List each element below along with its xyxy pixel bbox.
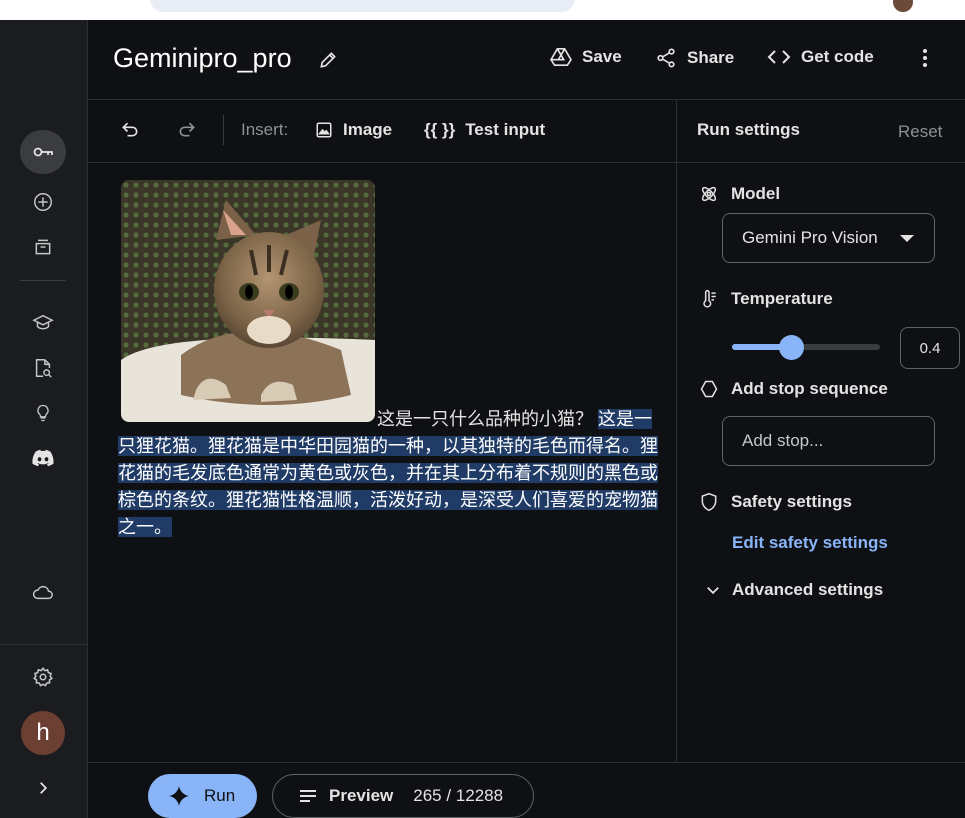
stop-sequence-input[interactable] — [722, 416, 935, 466]
shield-icon — [701, 492, 717, 512]
insert-image-button[interactable]: Image — [315, 120, 392, 140]
rail-bottom-divider — [0, 644, 88, 645]
lines-icon — [300, 790, 316, 802]
prompt-text[interactable]: 这是一只什么品种的小猫？ 这是一只狸花猫。狸花猫是中华田园猫的一种，以其独特的毛… — [118, 406, 668, 541]
model-value: Gemini Pro Vision — [742, 228, 878, 247]
lightbulb-icon[interactable] — [20, 391, 66, 435]
save-label: Save — [582, 47, 622, 66]
page-header: Geminipro_pro Save Share Get code — [88, 20, 965, 100]
run-settings-divider — [677, 162, 965, 163]
school-icon[interactable] — [20, 301, 66, 345]
preview-button[interactable]: Preview 265 / 12288 — [272, 774, 534, 818]
sparkle-icon — [168, 785, 190, 807]
edit-safety-settings-link[interactable]: Edit safety settings — [732, 533, 888, 553]
test-input-label: Test input — [465, 120, 546, 139]
thermometer-icon — [703, 289, 716, 308]
model-section-label: Model — [699, 184, 780, 204]
doc-search-icon[interactable] — [20, 346, 66, 390]
temperature-slider-track[interactable] — [732, 344, 880, 350]
cat-image — [121, 180, 375, 422]
add-icon[interactable] — [20, 180, 66, 224]
hexagon-icon — [700, 380, 718, 398]
reset-button[interactable]: Reset — [898, 122, 942, 142]
insert-label: Insert: — [241, 120, 289, 139]
share-button[interactable]: Share — [655, 47, 734, 69]
chevron-down-icon — [707, 587, 719, 595]
share-label: Share — [687, 48, 735, 67]
braces-icon: {{ }} — [424, 120, 456, 139]
key-icon[interactable] — [20, 130, 66, 174]
drive-icon — [550, 48, 572, 66]
safety-section-label: Safety settings — [699, 492, 852, 512]
code-icon — [767, 50, 791, 64]
save-button[interactable]: Save — [550, 47, 622, 67]
avatar-initial: h — [36, 719, 50, 746]
left-rail: h — [0, 20, 88, 818]
get-code-label: Get code — [801, 47, 874, 66]
undo-icon[interactable] — [120, 120, 140, 138]
image-icon — [316, 122, 332, 138]
toolbar-divider — [223, 115, 224, 145]
temperature-section-label: Temperature — [699, 289, 833, 309]
preview-label: Preview — [329, 786, 394, 805]
run-button[interactable]: Run — [148, 774, 257, 818]
model-select[interactable]: Gemini Pro Vision — [722, 213, 935, 263]
prompt-toolbar: Insert: Image {{ }} Test input — [88, 100, 677, 163]
prompt-question: 这是一只什么品种的小猫？ — [377, 409, 593, 429]
share-icon — [657, 48, 675, 68]
rail-divider — [20, 280, 66, 281]
address-bar[interactable] — [150, 0, 575, 12]
temperature-slider-thumb[interactable] — [778, 335, 804, 360]
stop-sequence-section-label: Add stop sequence — [699, 379, 888, 399]
cloud-icon[interactable] — [20, 570, 66, 614]
more-vert-icon[interactable] — [913, 46, 937, 75]
prompt-editor[interactable]: 这是一只什么品种的小猫？ 这是一只狸花猫。狸花猫是中华田园猫的一种，以其独特的毛… — [88, 163, 677, 762]
chevron-right-icon[interactable] — [20, 766, 66, 810]
insert-test-input-button[interactable]: {{ }} Test input — [424, 120, 545, 140]
image-label: Image — [343, 120, 393, 139]
discord-icon[interactable] — [20, 436, 66, 480]
run-settings-heading: Run settings — [697, 120, 800, 139]
get-code-button[interactable]: Get code — [767, 47, 874, 67]
avatar[interactable]: h — [21, 711, 65, 755]
redo-icon[interactable] — [177, 120, 197, 138]
library-icon[interactable] — [20, 225, 66, 269]
model-icon — [701, 186, 717, 202]
temperature-input[interactable]: 0.4 — [900, 327, 960, 369]
panel-divider — [676, 100, 677, 762]
advanced-settings-toggle[interactable]: Advanced settings — [706, 580, 883, 600]
chevron-down-icon — [900, 235, 914, 242]
gear-icon[interactable] — [20, 655, 66, 699]
token-count: 265 / 12288 — [413, 786, 504, 805]
profile-avatar-browser[interactable] — [893, 0, 913, 12]
browser-top-strip — [0, 0, 965, 20]
page-title[interactable]: Geminipro_pro — [113, 43, 292, 74]
pencil-icon[interactable] — [318, 50, 338, 75]
run-label: Run — [204, 786, 236, 805]
